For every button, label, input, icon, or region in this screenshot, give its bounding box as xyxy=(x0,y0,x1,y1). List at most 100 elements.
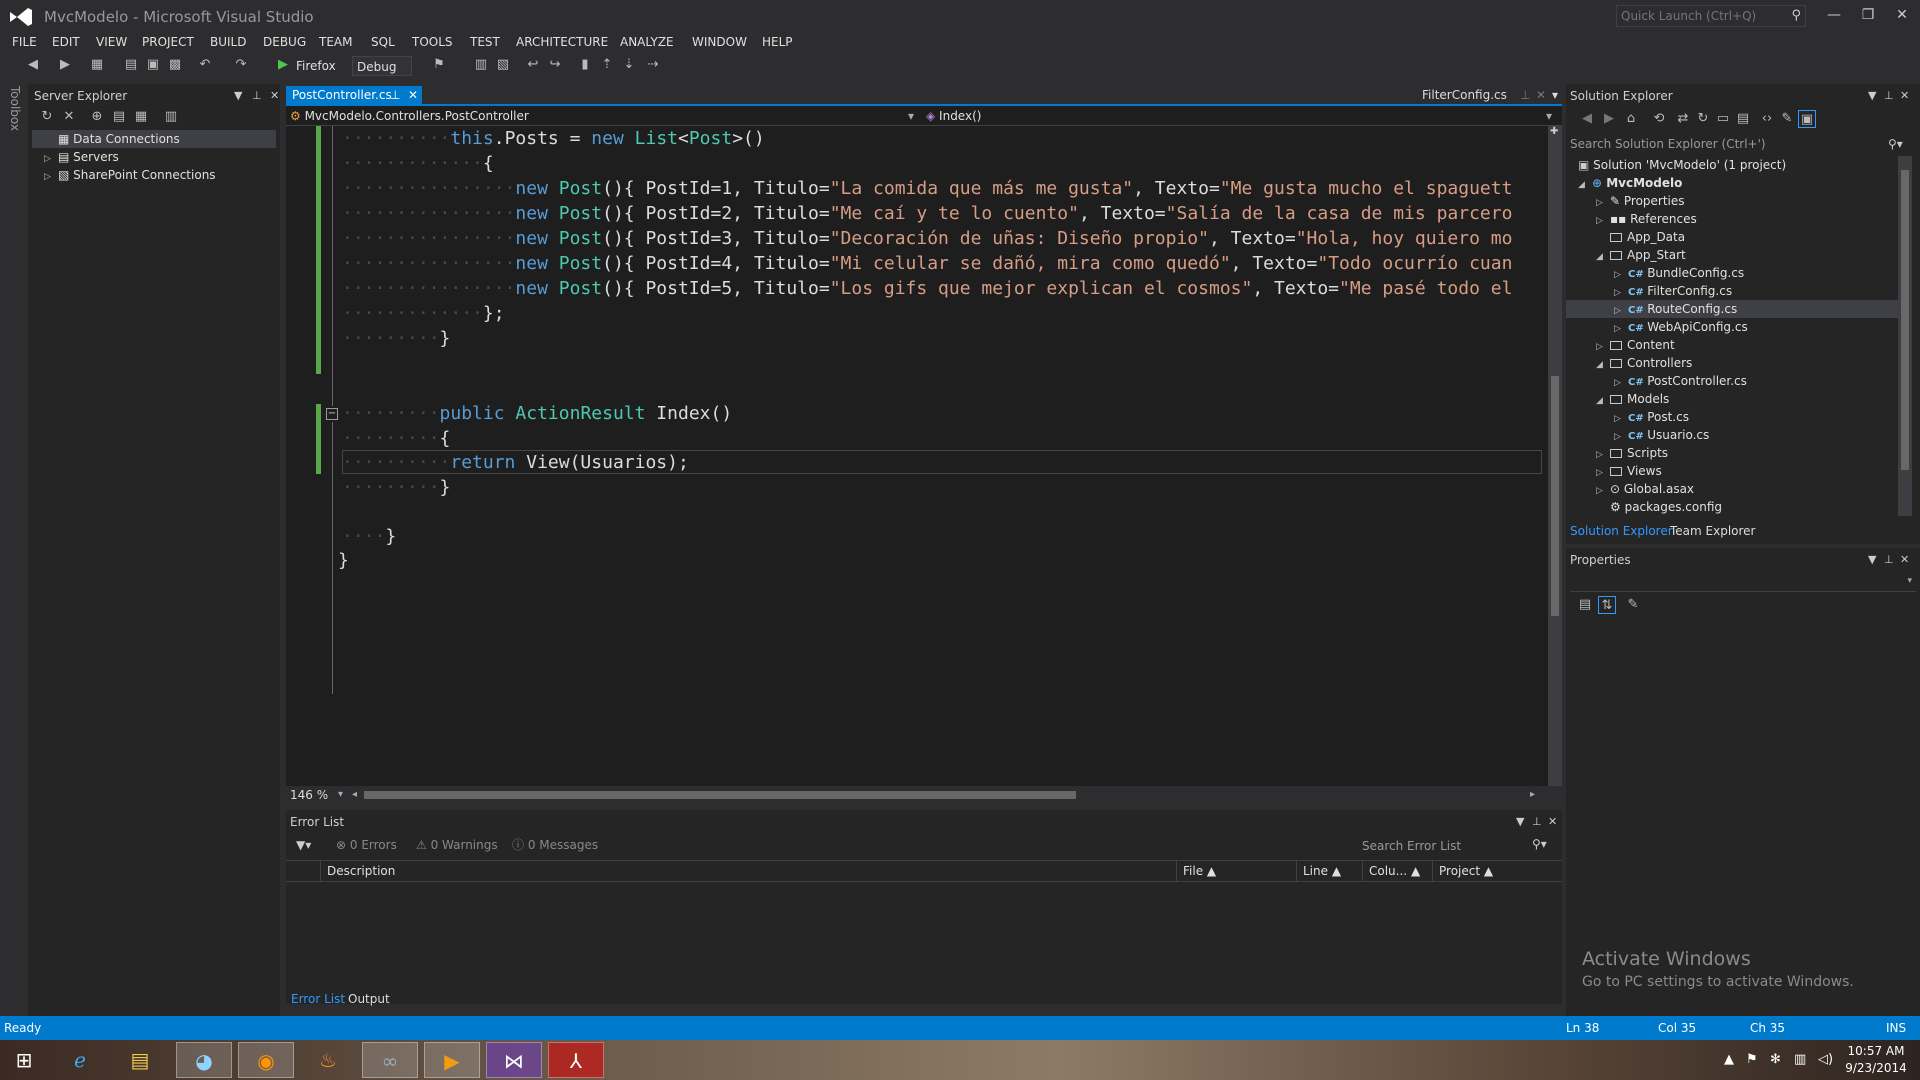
collapse-region-icon[interactable]: − xyxy=(326,408,338,420)
tree-item-content[interactable]: ▷ Content xyxy=(1596,336,1675,354)
code-line[interactable]: ················new Post(){ PostId=2, Ti… xyxy=(342,201,1512,226)
tab-solution-explorer[interactable]: Solution Explorer xyxy=(1570,524,1673,538)
tree-item-controllers[interactable]: ◢ Controllers xyxy=(1596,354,1692,372)
scrollbar-thumb[interactable] xyxy=(1551,376,1559,616)
code-line[interactable]: ················new Post(){ PostId=4, Ti… xyxy=(342,251,1512,276)
tray-expand-icon[interactable]: ▲ xyxy=(1724,1052,1734,1067)
visual-studio-taskbar-icon[interactable]: ⋈ xyxy=(486,1042,542,1078)
member-dropdown[interactable]: ◈ Index() ▾ xyxy=(926,106,1556,126)
uncomment-icon[interactable]: ↪ xyxy=(546,56,564,74)
error-list-search-input[interactable]: Search Error List xyxy=(1362,836,1556,856)
code-editor[interactable]: − ··········this.Posts = new List<Post>(… xyxy=(286,126,1548,786)
tab-output[interactable]: Output xyxy=(348,992,390,1006)
expanded-arrow-icon[interactable]: ◢ xyxy=(1596,356,1610,374)
tree-item-properties[interactable]: ▷ ✎ Properties xyxy=(1596,192,1685,210)
code-line[interactable]: ·········} xyxy=(342,475,450,500)
tree-item-servers[interactable]: ▷ ▤ Servers xyxy=(32,148,119,166)
object-selector[interactable]: ▾ xyxy=(1570,574,1916,592)
tab-error-list[interactable]: Error List xyxy=(291,992,345,1006)
alphabetical-icon[interactable]: ⇅ xyxy=(1598,596,1616,614)
toolbox-label[interactable]: Toolbox xyxy=(8,86,22,131)
code-line[interactable]: ··········this.Posts = new List<Post>() xyxy=(342,126,765,151)
pin-tab-icon[interactable]: ⊥ xyxy=(390,86,400,104)
menu-view[interactable]: VIEW xyxy=(96,32,127,52)
restore-button[interactable]: ❐ xyxy=(1854,4,1882,26)
tree-item-sharepoint-connections[interactable]: ▷ ▧ SharePoint Connections xyxy=(32,166,216,184)
pin-icon[interactable]: ⊥ xyxy=(1884,86,1894,106)
solution-scrollbar[interactable] xyxy=(1898,156,1912,516)
network-icon[interactable]: ▥ xyxy=(1794,1052,1806,1067)
internet-explorer-icon[interactable]: ℯ xyxy=(52,1042,108,1078)
code-line[interactable]: ················new Post(){ PostId=5, Ti… xyxy=(342,276,1512,301)
code-line[interactable]: ················new Post(){ PostId=3, Ti… xyxy=(342,226,1512,251)
sync-icon[interactable]: ⇄ xyxy=(1674,110,1692,128)
column-line[interactable]: Line ▲ xyxy=(1296,861,1362,881)
tree-item-bundleconfig[interactable]: ▷ C# BundleConfig.cs xyxy=(1614,264,1744,282)
tree-item-views[interactable]: ▷ Views xyxy=(1596,462,1662,480)
code-line[interactable]: ·········} xyxy=(342,326,450,351)
code-line[interactable]: ·········public ActionResult Index() xyxy=(342,401,732,426)
pending-changes-icon[interactable]: ⟲ xyxy=(1650,110,1668,128)
close-tab-icon[interactable]: ✕ xyxy=(1536,86,1546,104)
undo-icon[interactable]: ↶ xyxy=(196,56,214,74)
flame-app-icon[interactable]: ♨ xyxy=(300,1042,356,1078)
column-column[interactable]: Colu... ▲ xyxy=(1362,861,1432,881)
tree-item-global-asax[interactable]: ▷ ⊙ Global.asax xyxy=(1596,480,1694,498)
people-app-icon[interactable]: ◕ xyxy=(176,1042,232,1078)
bluetooth-icon[interactable]: ✻ xyxy=(1770,1052,1781,1067)
warnings-toggle[interactable]: ⚠ 0 Warnings xyxy=(416,834,498,856)
refresh-icon[interactable]: ↻ xyxy=(38,108,56,126)
collapse-all-icon[interactable]: ▭ xyxy=(1714,110,1732,128)
open-file-icon[interactable]: ▤ xyxy=(122,56,140,74)
find-in-files-icon[interactable]: ⚑ xyxy=(430,56,448,74)
volume-icon[interactable]: ◁) xyxy=(1818,1052,1833,1067)
filter-icon[interactable]: ▼▾ xyxy=(296,834,311,856)
tab-post-controller[interactable]: PostController.cs ⊥ ✕ xyxy=(286,86,422,106)
refresh-icon[interactable]: ↻ xyxy=(1694,110,1712,128)
code-line[interactable]: } xyxy=(338,548,349,573)
tab-filter-config[interactable]: FilterConfig.cs ⊥ ✕ ▾ xyxy=(1422,86,1562,106)
solution-explorer-search-input[interactable]: Search Solution Explorer (Ctrl+') ⚲▾ xyxy=(1570,134,1910,154)
menu-project[interactable]: PROJECT xyxy=(142,32,194,52)
network-app-icon[interactable]: ∞ xyxy=(362,1042,418,1078)
expanded-arrow-icon[interactable]: ◢ xyxy=(1596,392,1610,410)
connect-sharepoint-icon[interactable]: ▦ xyxy=(132,108,150,126)
clear-bookmarks-icon[interactable]: ⇢ xyxy=(644,56,662,74)
menu-build[interactable]: BUILD xyxy=(210,32,246,52)
expanded-arrow-icon[interactable]: ◢ xyxy=(1596,248,1610,266)
close-icon[interactable]: ✕ xyxy=(270,86,279,106)
menu-window[interactable]: WINDOW xyxy=(692,32,747,52)
messages-toggle[interactable]: ⓘ 0 Messages xyxy=(512,834,598,856)
menu-debug[interactable]: DEBUG xyxy=(263,32,306,52)
tree-item-app-data[interactable]: App_Data xyxy=(1610,228,1685,246)
close-icon[interactable]: ✕ xyxy=(1900,550,1909,570)
clock-date[interactable]: 9/23/2014 xyxy=(1836,1061,1916,1075)
tab-team-explorer[interactable]: Team Explorer xyxy=(1670,524,1756,538)
preview-selected-icon[interactable]: ▣ xyxy=(1798,110,1816,128)
pin-icon[interactable]: ⊥ xyxy=(1532,812,1542,832)
tree-item-project[interactable]: ◢ ⊕ MvcModelo xyxy=(1578,174,1682,192)
tree-item-references[interactable]: ▷ ▪▪ References xyxy=(1596,210,1697,228)
close-tab-icon[interactable]: ✕ xyxy=(408,86,418,104)
menu-test[interactable]: TEST xyxy=(470,32,500,52)
file-explorer-icon[interactable]: ▤ xyxy=(112,1042,168,1078)
menu-analyze[interactable]: ANALYZE xyxy=(620,32,674,52)
dropdown-arrow-icon[interactable]: ▼ xyxy=(234,86,242,106)
tree-item-solution[interactable]: ▣ Solution 'MvcModelo' (1 project) xyxy=(1578,156,1786,174)
menu-tools[interactable]: TOOLS xyxy=(412,32,453,52)
search-icon[interactable]: ⚲ xyxy=(1791,8,1801,23)
column-file[interactable]: File ▲ xyxy=(1176,861,1296,881)
tree-item-post-cs[interactable]: ▷ C# Post.cs xyxy=(1614,408,1689,426)
clock-time[interactable]: 10:57 AM xyxy=(1836,1044,1916,1058)
solution-configs-icon[interactable]: ▥ xyxy=(472,56,490,74)
indicator-margin[interactable] xyxy=(286,126,314,786)
pin-tab-icon[interactable]: ⊥ xyxy=(1520,86,1530,104)
action-center-flag-icon[interactable]: ⚑ xyxy=(1746,1052,1758,1067)
errors-toggle[interactable]: ⊗ 0 Errors xyxy=(336,834,397,856)
start-debug-icon[interactable]: ▶ xyxy=(274,56,292,74)
new-project-icon[interactable]: ▦ xyxy=(88,56,106,74)
quick-launch-box[interactable]: ⚲ xyxy=(1616,5,1806,27)
run-target-dropdown[interactable]: Firefox xyxy=(296,56,336,76)
horizontal-scrollbar-thumb[interactable] xyxy=(364,791,1076,799)
pin-icon[interactable]: ⊥ xyxy=(1884,550,1894,570)
